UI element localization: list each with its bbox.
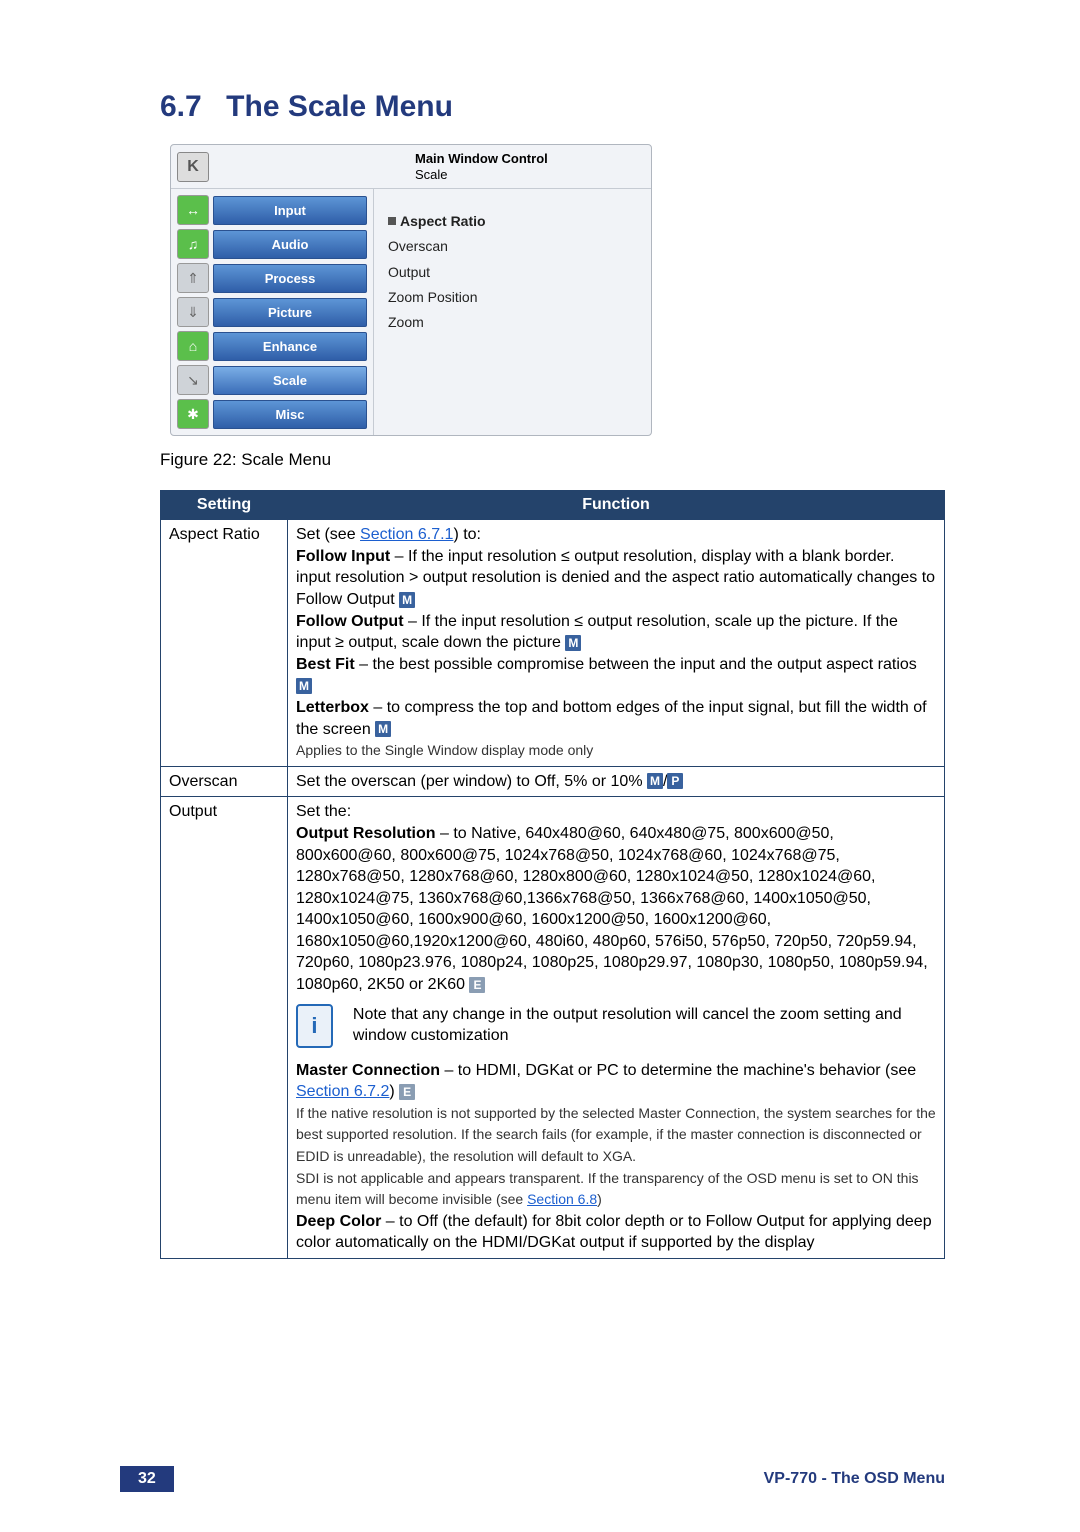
cell-function: Set (see Section 6.7.1) to: Follow Input… bbox=[288, 520, 945, 767]
link-section-6-8[interactable]: Section 6.8 bbox=[527, 1191, 597, 1207]
info-icon: i bbox=[296, 1004, 333, 1048]
table-row: Output Set the: Output Resolution – to N… bbox=[161, 797, 945, 1259]
footer-title: VP-770 - The OSD Menu bbox=[764, 1470, 945, 1488]
sidebar-item-input[interactable]: Input bbox=[213, 196, 367, 225]
sidebar-item-misc[interactable]: Misc bbox=[213, 400, 367, 429]
m-tag-icon: M bbox=[647, 773, 663, 789]
sidebar-item-enhance[interactable]: Enhance bbox=[213, 332, 367, 361]
osd-item-zoom[interactable]: Zoom bbox=[388, 310, 637, 335]
cell-setting: Output bbox=[161, 797, 288, 1259]
table-row: Overscan Set the overscan (per window) t… bbox=[161, 766, 945, 797]
cell-setting: Overscan bbox=[161, 766, 288, 797]
scale-icon: ↘ bbox=[177, 365, 209, 395]
sdi-note: SDI is not applicable and appears transp… bbox=[296, 1170, 919, 1208]
sidebar-item-process[interactable]: Process bbox=[213, 264, 367, 293]
osd-sidebar: ↔Input ♫Audio ⇑Process ⇓Picture ⌂Enhance… bbox=[171, 189, 373, 435]
m-tag-icon: M bbox=[375, 721, 391, 737]
enhance-icon: ⌂ bbox=[177, 331, 209, 361]
page-footer: 32 VP-770 - The OSD Menu bbox=[0, 1466, 1080, 1492]
section-title: The Scale Menu bbox=[226, 90, 453, 123]
osd-item-output[interactable]: Output bbox=[388, 260, 637, 285]
aspect-note: Applies to the Single Window display mod… bbox=[296, 742, 593, 758]
section-heading: 6.7 The Scale Menu bbox=[160, 90, 945, 124]
th-function: Function bbox=[288, 491, 945, 520]
brand-logo-icon: K bbox=[177, 152, 209, 182]
audio-icon: ♫ bbox=[177, 229, 209, 259]
osd-item-zoom-position[interactable]: Zoom Position bbox=[388, 285, 637, 310]
cell-function: Set the overscan (per window) to Off, 5%… bbox=[288, 766, 945, 797]
osd-screenshot: K Main Window Control Scale ↔Input ♫Audi… bbox=[170, 144, 652, 436]
e-tag-icon: E bbox=[399, 1084, 415, 1100]
process-icon: ⇑ bbox=[177, 263, 209, 293]
sidebar-item-audio[interactable]: Audio bbox=[213, 230, 367, 259]
sidebar-item-scale[interactable]: Scale bbox=[213, 366, 367, 395]
native-note: If the native resolution is not supporte… bbox=[296, 1105, 936, 1164]
picture-icon: ⇓ bbox=[177, 297, 209, 327]
link-section-6-7-1[interactable]: Section 6.7.1 bbox=[360, 526, 453, 543]
m-tag-icon: M bbox=[296, 678, 312, 694]
cell-setting: Aspect Ratio bbox=[161, 520, 288, 767]
m-tag-icon: M bbox=[399, 592, 415, 608]
link-section-6-7-2[interactable]: Section 6.7.2 bbox=[296, 1083, 389, 1100]
osd-subtitle: Scale bbox=[415, 167, 448, 182]
sidebar-item-picture[interactable]: Picture bbox=[213, 298, 367, 327]
osd-title: Main Window Control bbox=[415, 151, 645, 167]
osd-item-aspect-ratio[interactable]: Aspect Ratio bbox=[388, 209, 637, 234]
output-note: Note that any change in the output resol… bbox=[353, 1004, 936, 1047]
figure-caption: Figure 22: Scale Menu bbox=[160, 450, 945, 470]
settings-table: Setting Function Aspect Ratio Set (see S… bbox=[160, 490, 945, 1259]
input-icon: ↔ bbox=[177, 195, 209, 225]
th-setting: Setting bbox=[161, 491, 288, 520]
page-number: 32 bbox=[120, 1466, 174, 1492]
p-tag-icon: P bbox=[667, 773, 683, 789]
osd-item-overscan[interactable]: Overscan bbox=[388, 234, 637, 259]
section-number: 6.7 bbox=[160, 90, 202, 124]
m-tag-icon: M bbox=[565, 635, 581, 651]
misc-icon: ✱ bbox=[177, 399, 209, 429]
e-tag-icon: E bbox=[469, 977, 485, 993]
osd-content: Aspect Ratio Overscan Output Zoom Positi… bbox=[373, 189, 651, 435]
table-row: Aspect Ratio Set (see Section 6.7.1) to:… bbox=[161, 520, 945, 767]
cell-function: Set the: Output Resolution – to Native, … bbox=[288, 797, 945, 1259]
